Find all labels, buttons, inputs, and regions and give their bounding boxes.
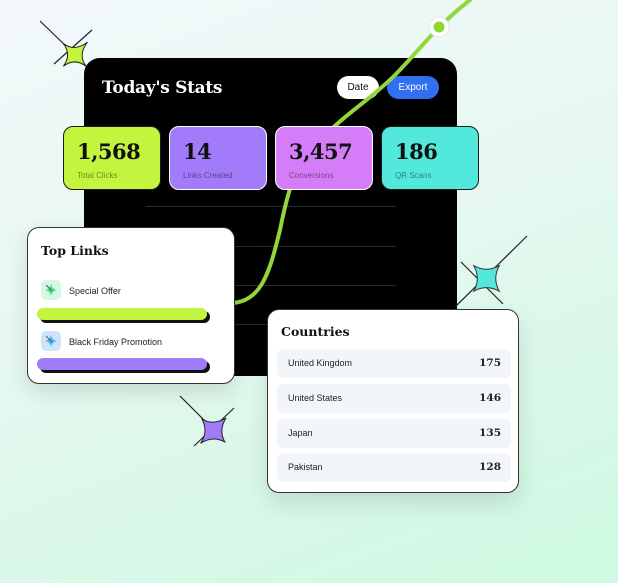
country-value: 175 <box>479 357 501 369</box>
trend-point-dot <box>433 21 445 33</box>
link-bar-black-friday <box>37 358 207 370</box>
date-button[interactable]: Date <box>337 76 379 99</box>
stat-card-total-clicks[interactable]: 1,568 Total Clicks <box>63 126 161 190</box>
link-icon-special-offer <box>41 280 61 300</box>
top-links-title: Top Links <box>41 243 109 258</box>
sparkle-icon <box>45 335 57 347</box>
stat-card-links-created[interactable]: 14 Links Created <box>169 126 267 190</box>
stat-value: 1,568 <box>77 139 141 164</box>
country-name: United States <box>288 393 343 403</box>
country-row[interactable]: Japan 135 <box>277 419 511 448</box>
trend-point-marker <box>428 16 450 38</box>
country-row[interactable]: United States 146 <box>277 384 511 413</box>
stat-card-qr-scans[interactable]: 186 QR Scans <box>381 126 479 190</box>
country-name: Pakistan <box>288 462 323 472</box>
link-label[interactable]: Black Friday Promotion <box>69 337 162 347</box>
countries-title: Countries <box>281 324 350 339</box>
sparkle-teal-icon <box>455 235 528 307</box>
grid-line <box>146 206 396 207</box>
stat-value: 14 <box>183 139 212 164</box>
countries-card: Countries United Kingdom 175 United Stat… <box>267 309 519 493</box>
country-row[interactable]: United Kingdom 175 <box>277 349 511 378</box>
stat-label: QR Scans <box>395 171 432 180</box>
stat-label: Total Clicks <box>77 171 118 180</box>
export-button[interactable]: Export <box>387 76 439 99</box>
stat-value: 3,457 <box>289 139 353 164</box>
link-bar-special-offer <box>37 308 207 320</box>
country-row[interactable]: Pakistan 128 <box>277 453 511 482</box>
sparkle-purple-icon <box>179 395 235 447</box>
top-links-card: Top Links Special Offer Black Friday Pro… <box>27 227 235 384</box>
stat-value: 186 <box>395 139 438 164</box>
country-name: United Kingdom <box>288 358 353 368</box>
country-value: 146 <box>479 392 501 404</box>
link-label[interactable]: Special Offer <box>69 286 121 296</box>
stat-label: Conversions <box>289 171 334 180</box>
stat-label: Links Created <box>183 171 233 180</box>
stats-title: Today's Stats <box>102 78 223 98</box>
country-value: 135 <box>479 427 501 439</box>
country-value: 128 <box>479 461 501 473</box>
country-name: Japan <box>288 428 313 438</box>
sparkle-icon <box>45 284 57 296</box>
link-icon-black-friday <box>41 331 61 351</box>
stat-card-conversions[interactable]: 3,457 Conversions <box>275 126 373 190</box>
